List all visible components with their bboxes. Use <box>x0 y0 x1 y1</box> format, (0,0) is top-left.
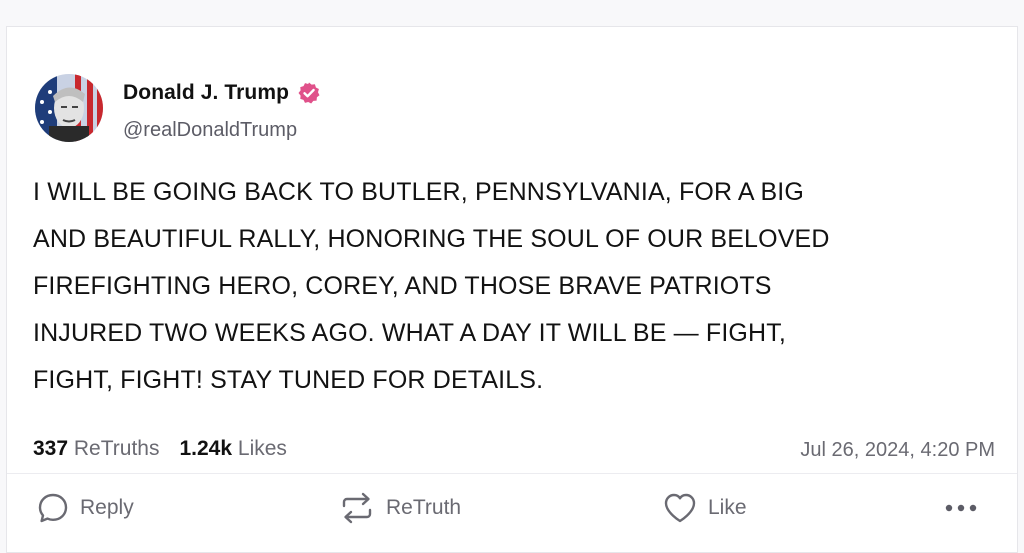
author-name-row: Donald J. Trump <box>123 81 321 105</box>
divider <box>7 473 1017 474</box>
more-horizontal-icon <box>945 504 977 512</box>
reply-label: Reply <box>80 496 134 519</box>
more-options-button[interactable] <box>944 503 978 513</box>
post-stats: 337 ReTruths 1.24k Likes <box>33 437 287 461</box>
like-label: Like <box>708 496 747 519</box>
retruth-arrows-icon <box>342 492 372 524</box>
post-card: Donald J. Trump @realDonaldTrump I WILL … <box>6 26 1018 553</box>
heart-icon <box>664 493 696 523</box>
retruths-label: ReTruths <box>73 437 160 460</box>
retruths-count: 337 <box>33 437 69 460</box>
like-button[interactable]: Like <box>662 491 747 525</box>
author-handle[interactable]: @realDonaldTrump <box>123 119 297 142</box>
post-text: I WILL BE GOING BACK TO BUTLER, PENNSYLV… <box>33 169 993 404</box>
post-timestamp[interactable]: Jul 26, 2024, 4:20 PM <box>800 439 995 462</box>
likes-stat[interactable]: 1.24k Likes <box>179 437 286 461</box>
retruths-stat[interactable]: 337 ReTruths <box>33 437 159 461</box>
post-text-line: I WILL BE GOING BACK TO BUTLER, PENNSYLV… <box>33 178 804 206</box>
post-text-line: FIREFIGHTING HERO, COREY, AND THOSE BRAV… <box>33 272 772 300</box>
post-text-line: FIGHT, FIGHT! STAY TUNED FOR DETAILS. <box>33 366 544 394</box>
likes-count: 1.24k <box>179 437 233 460</box>
page: Donald J. Trump @realDonaldTrump I WILL … <box>0 0 1024 553</box>
post-text-line: AND BEAUTIFUL RALLY, HONORING THE SOUL O… <box>33 225 830 253</box>
author-display-name[interactable]: Donald J. Trump <box>123 81 289 105</box>
retruth-button[interactable]: ReTruth <box>338 491 461 525</box>
reply-bubble-icon <box>38 493 68 523</box>
avatar[interactable] <box>35 74 103 142</box>
likes-label: Likes <box>237 437 287 460</box>
reply-button[interactable]: Reply <box>36 491 134 525</box>
retruth-label: ReTruth <box>386 496 462 519</box>
avatar-image <box>35 74 103 142</box>
verified-badge-icon <box>297 81 321 105</box>
post-text-line: INJURED TWO WEEKS AGO. WHAT A DAY IT WIL… <box>33 319 786 347</box>
